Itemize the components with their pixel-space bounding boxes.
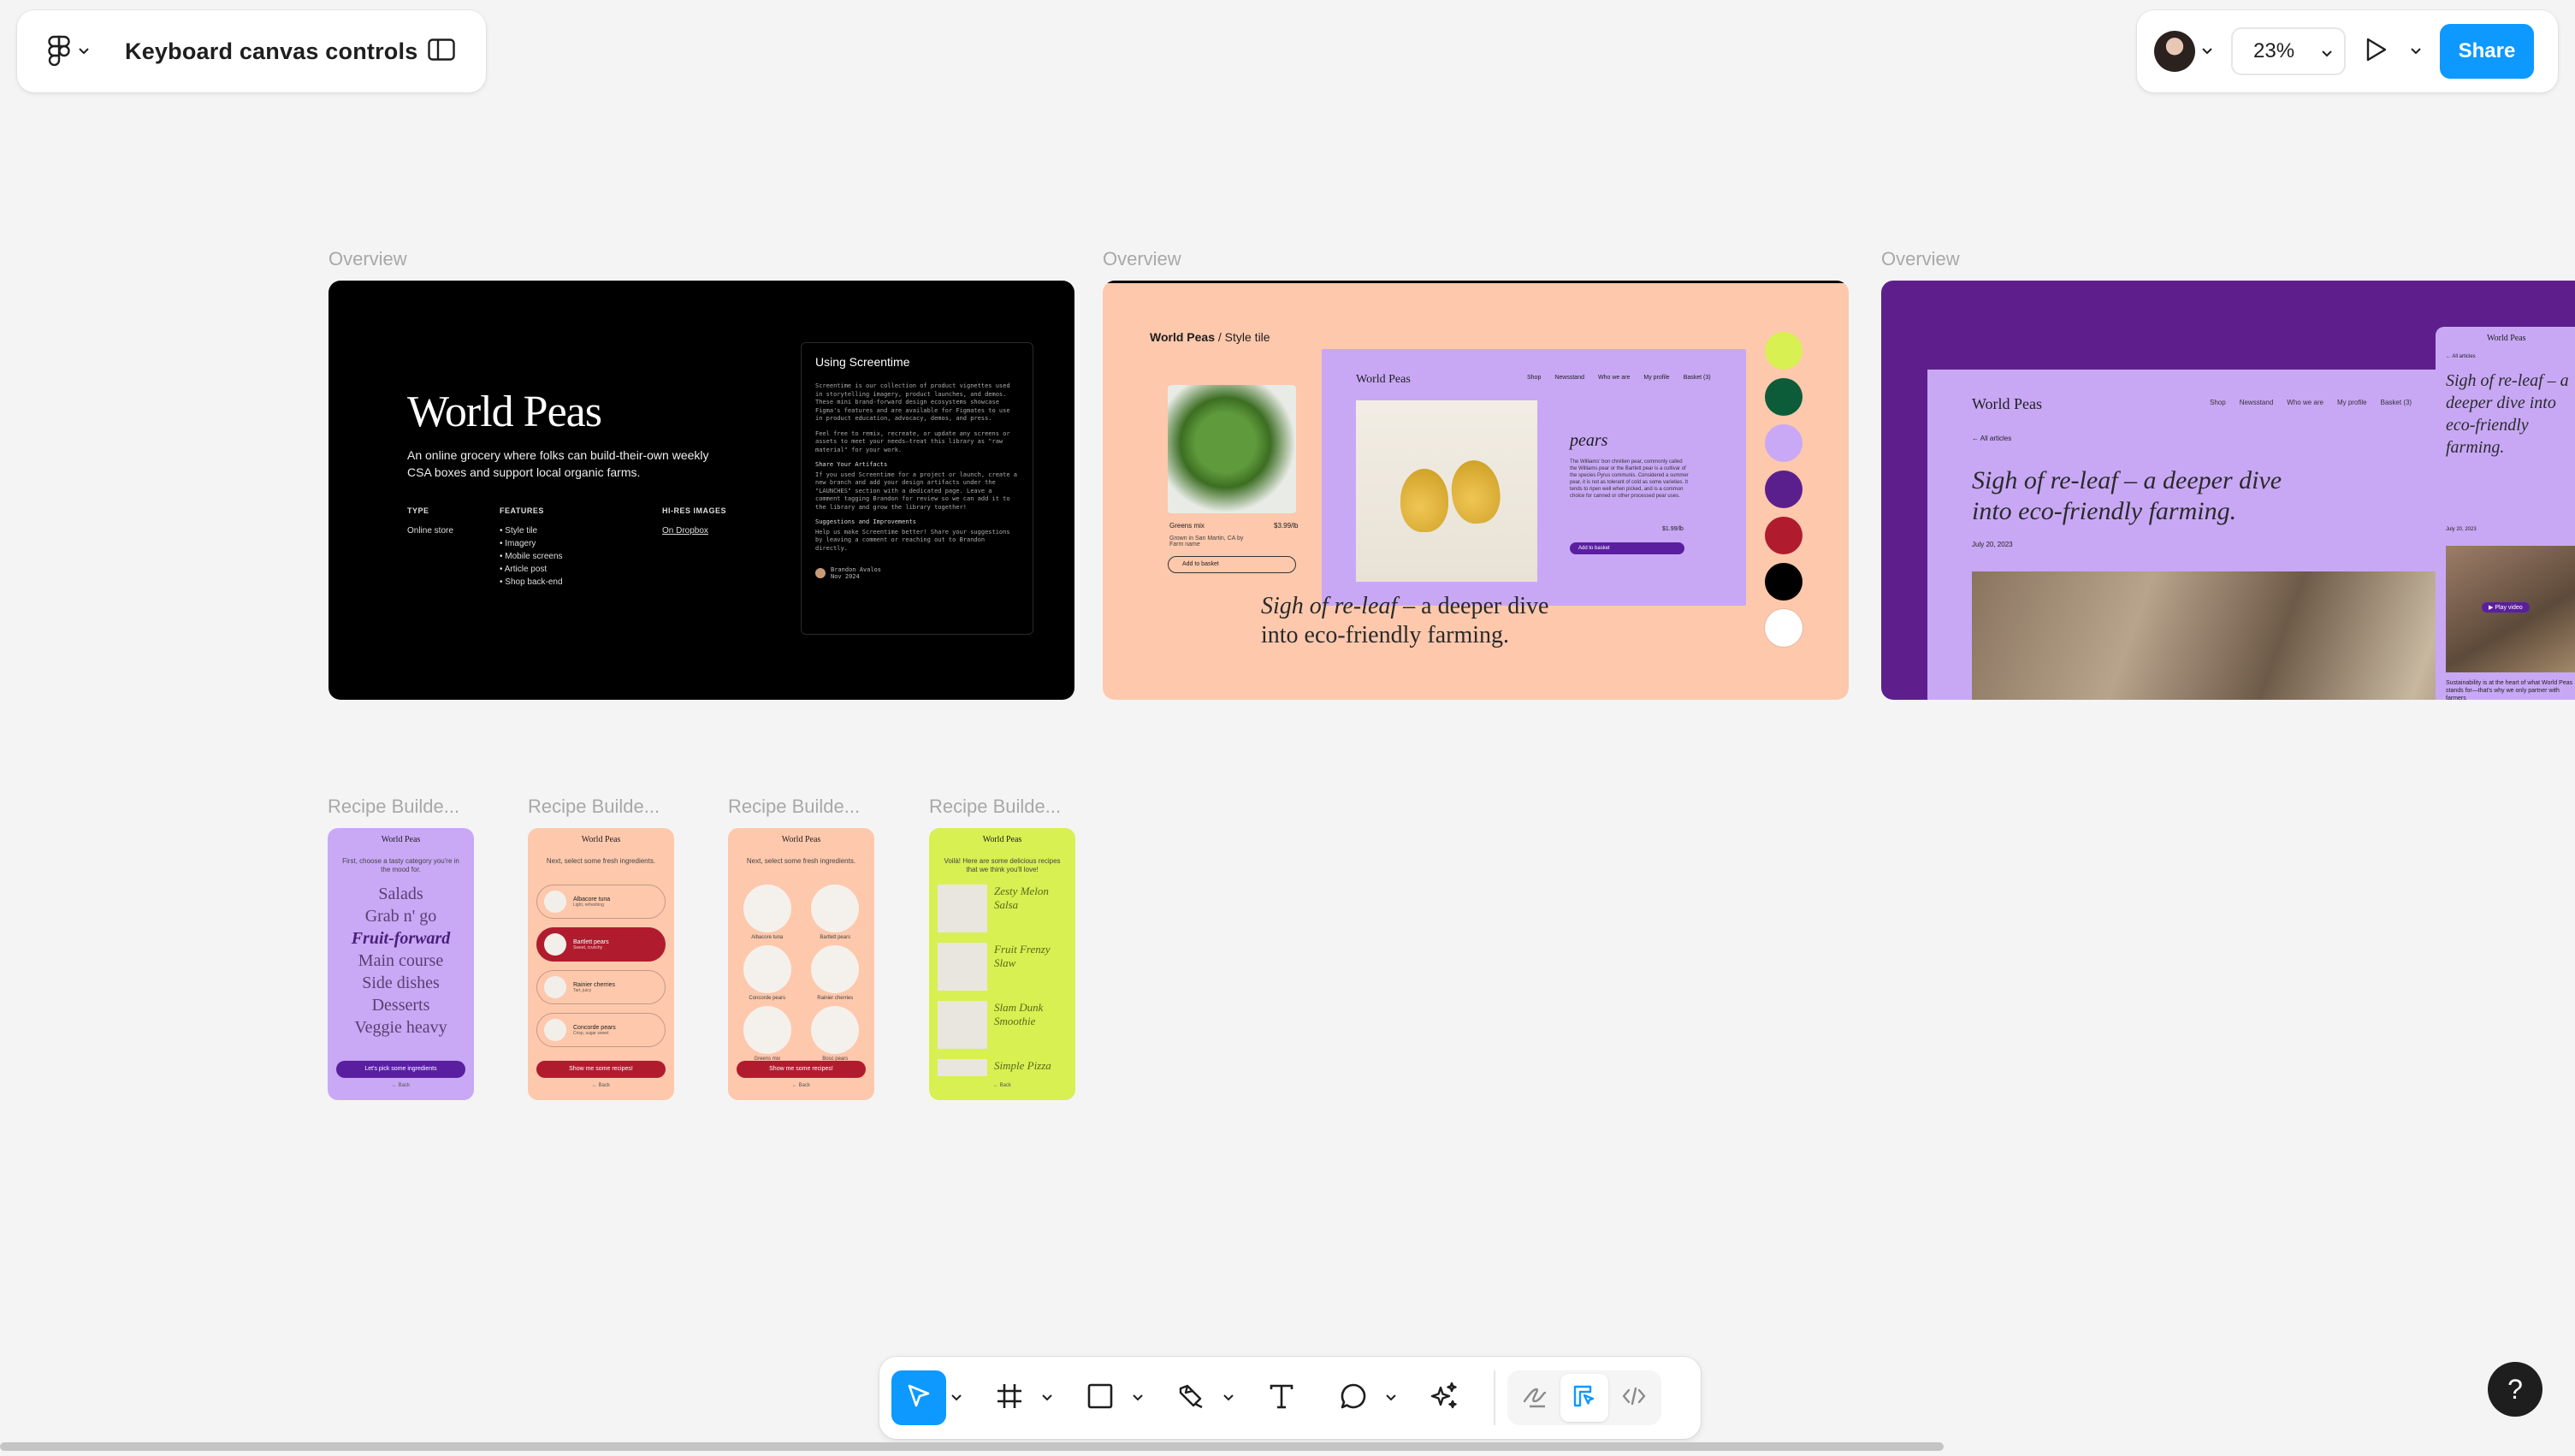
frame-tool-button[interactable] <box>982 1370 1037 1425</box>
chevron-down-icon[interactable] <box>1220 1394 1237 1401</box>
mobile-photo: ▶ Play video <box>2446 546 2575 672</box>
mode-switcher <box>1507 1370 1661 1425</box>
frame-description: An online grocery where folks can build-… <box>407 448 709 479</box>
actions-tool[interactable] <box>1417 1370 1471 1425</box>
overview-frame-dark[interactable]: World Peas An online grocery where folks… <box>329 281 1074 700</box>
text-tool-button[interactable] <box>1254 1370 1309 1425</box>
frame-label-recipe-2[interactable]: Recipe Builde... <box>528 796 660 818</box>
sidebar-toggle-icon <box>428 38 455 65</box>
chevron-down-icon[interactable] <box>948 1394 965 1401</box>
play-icon <box>2365 37 2389 67</box>
toolbar-divider <box>1494 1370 1495 1425</box>
file-panel: Keyboard canvas controls <box>17 10 486 92</box>
color-swatches <box>1765 332 1802 647</box>
cursor-arrow-icon <box>904 1382 933 1415</box>
chevron-down-icon[interactable] <box>1039 1394 1056 1401</box>
frame-label-recipe-4[interactable]: Recipe Builde... <box>929 796 1061 818</box>
share-button[interactable]: Share <box>2440 24 2534 79</box>
pen-icon <box>1176 1382 1205 1415</box>
zoom-dropdown[interactable]: 23% <box>2231 27 2346 75</box>
screentime-info-card: Using Screentime Screentime is our colle… <box>801 342 1033 635</box>
hires-column: HI-RES IMAGES On Dropbox <box>662 506 727 536</box>
comment-bubble-icon <box>1339 1382 1368 1415</box>
chevron-down-icon[interactable] <box>2411 44 2421 59</box>
product-detail-card: World Peas Shop Newsstand Who we are My pr… <box>1322 349 1746 606</box>
frame-tool[interactable] <box>982 1370 1056 1425</box>
frame-title: World Peas <box>407 388 602 436</box>
rectangle-icon <box>1086 1382 1115 1415</box>
pears-image <box>1356 400 1537 582</box>
tagline: Sigh of re-leaf – a deeper dive into eco… <box>1261 593 1549 648</box>
frame-grid-icon <box>995 1382 1024 1415</box>
design-mode-icon <box>1571 1382 1598 1414</box>
main-menu-button[interactable] <box>39 26 99 77</box>
move-tool[interactable] <box>891 1370 965 1425</box>
avatar <box>2154 31 2195 72</box>
pen-tool-button[interactable] <box>1163 1370 1218 1425</box>
frame-label-overview-3[interactable]: Overview <box>1881 248 1960 270</box>
text-tool[interactable] <box>1254 1370 1309 1425</box>
frame-label-recipe-1[interactable]: Recipe Builde... <box>328 796 459 818</box>
overview-frame-article[interactable]: World Peas Shop Newsstand Who we are My pr… <box>1881 281 2575 700</box>
recipe-builder-frame-ingredients-list[interactable]: World Peas Next, select some fresh ingre… <box>528 828 674 1100</box>
comment-tool-button[interactable] <box>1326 1370 1381 1425</box>
design-mode-button[interactable] <box>1560 1374 1608 1422</box>
features-column: FEATURES Style tile Imagery Mobile scree… <box>500 505 563 589</box>
chevron-down-icon[interactable] <box>1129 1394 1146 1401</box>
bottom-toolbar <box>879 1357 1701 1439</box>
comment-tool[interactable] <box>1326 1370 1400 1425</box>
article-mobile: World Peas ← All articles Sigh of re-lea… <box>2436 327 2575 700</box>
frame-label-overview-1[interactable]: Overview <box>329 248 407 270</box>
dev-mode-button[interactable] <box>1610 1374 1658 1422</box>
chevron-down-icon[interactable] <box>1382 1394 1400 1401</box>
chevron-down-icon <box>2322 39 2332 63</box>
color-swatch <box>1765 563 1802 601</box>
product-name: Greens mix <box>1169 522 1205 530</box>
author-avatar <box>815 568 826 578</box>
frame-label-recipe-3[interactable]: Recipe Builde... <box>728 796 860 818</box>
chevron-down-icon <box>2202 44 2212 59</box>
chevron-down-icon <box>79 48 89 55</box>
color-swatch <box>1765 424 1802 462</box>
recipe-builder-frame-results[interactable]: World Peas Voilà! Here are some deliciou… <box>929 828 1075 1100</box>
multiplayer-avatar-button[interactable] <box>2154 31 2212 72</box>
header-right-panel: 23% Share <box>2137 10 2558 92</box>
shape-tool[interactable] <box>1073 1370 1146 1425</box>
draw-mode-button[interactable] <box>1511 1374 1559 1422</box>
color-swatch <box>1765 609 1802 647</box>
horizontal-scrollbar[interactable] <box>0 1442 1944 1451</box>
move-tool-button[interactable] <box>891 1370 946 1425</box>
zoom-level: 23% <box>2253 39 2295 62</box>
add-to-basket-button: Add to basket <box>1168 556 1296 573</box>
pen-tool[interactable] <box>1163 1370 1237 1425</box>
sidebar-toggle-button[interactable] <box>419 29 464 74</box>
sparkle-ai-icon <box>1429 1381 1459 1416</box>
recipe-builder-frame-ingredients-grid[interactable]: World Peas Next, select some fresh ingre… <box>728 828 874 1100</box>
frame-label-overview-2[interactable]: Overview <box>1103 248 1181 270</box>
overview-frame-style-tile[interactable]: World Peas / Style tile Greens mix $3.99… <box>1103 281 1849 700</box>
style-tile-title: World Peas / Style tile <box>1150 330 1270 344</box>
figma-logo-icon <box>48 35 70 68</box>
code-brackets-icon <box>1620 1382 1648 1414</box>
color-swatch <box>1765 517 1802 554</box>
text-icon <box>1267 1382 1296 1415</box>
actions-tool-button[interactable] <box>1417 1370 1471 1425</box>
draw-scribble-icon <box>1521 1382 1548 1414</box>
recipe-builder-frame-categories[interactable]: World Peas First, choose a tasty categor… <box>328 828 474 1100</box>
rectangle-tool-button[interactable] <box>1073 1370 1128 1425</box>
product-origin: Grown in San Martin, CA by Farm name <box>1169 536 1244 547</box>
help-button[interactable]: ? <box>2488 1362 2542 1417</box>
color-swatch <box>1765 378 1802 416</box>
color-swatch <box>1765 471 1802 508</box>
color-swatch <box>1765 332 1802 370</box>
present-button[interactable] <box>2365 37 2421 67</box>
greens-image <box>1168 385 1296 513</box>
file-title[interactable]: Keyboard canvas controls <box>125 38 417 65</box>
type-column: TYPE Online store <box>407 506 453 536</box>
product-price: $3.99/lb <box>1274 522 1299 530</box>
